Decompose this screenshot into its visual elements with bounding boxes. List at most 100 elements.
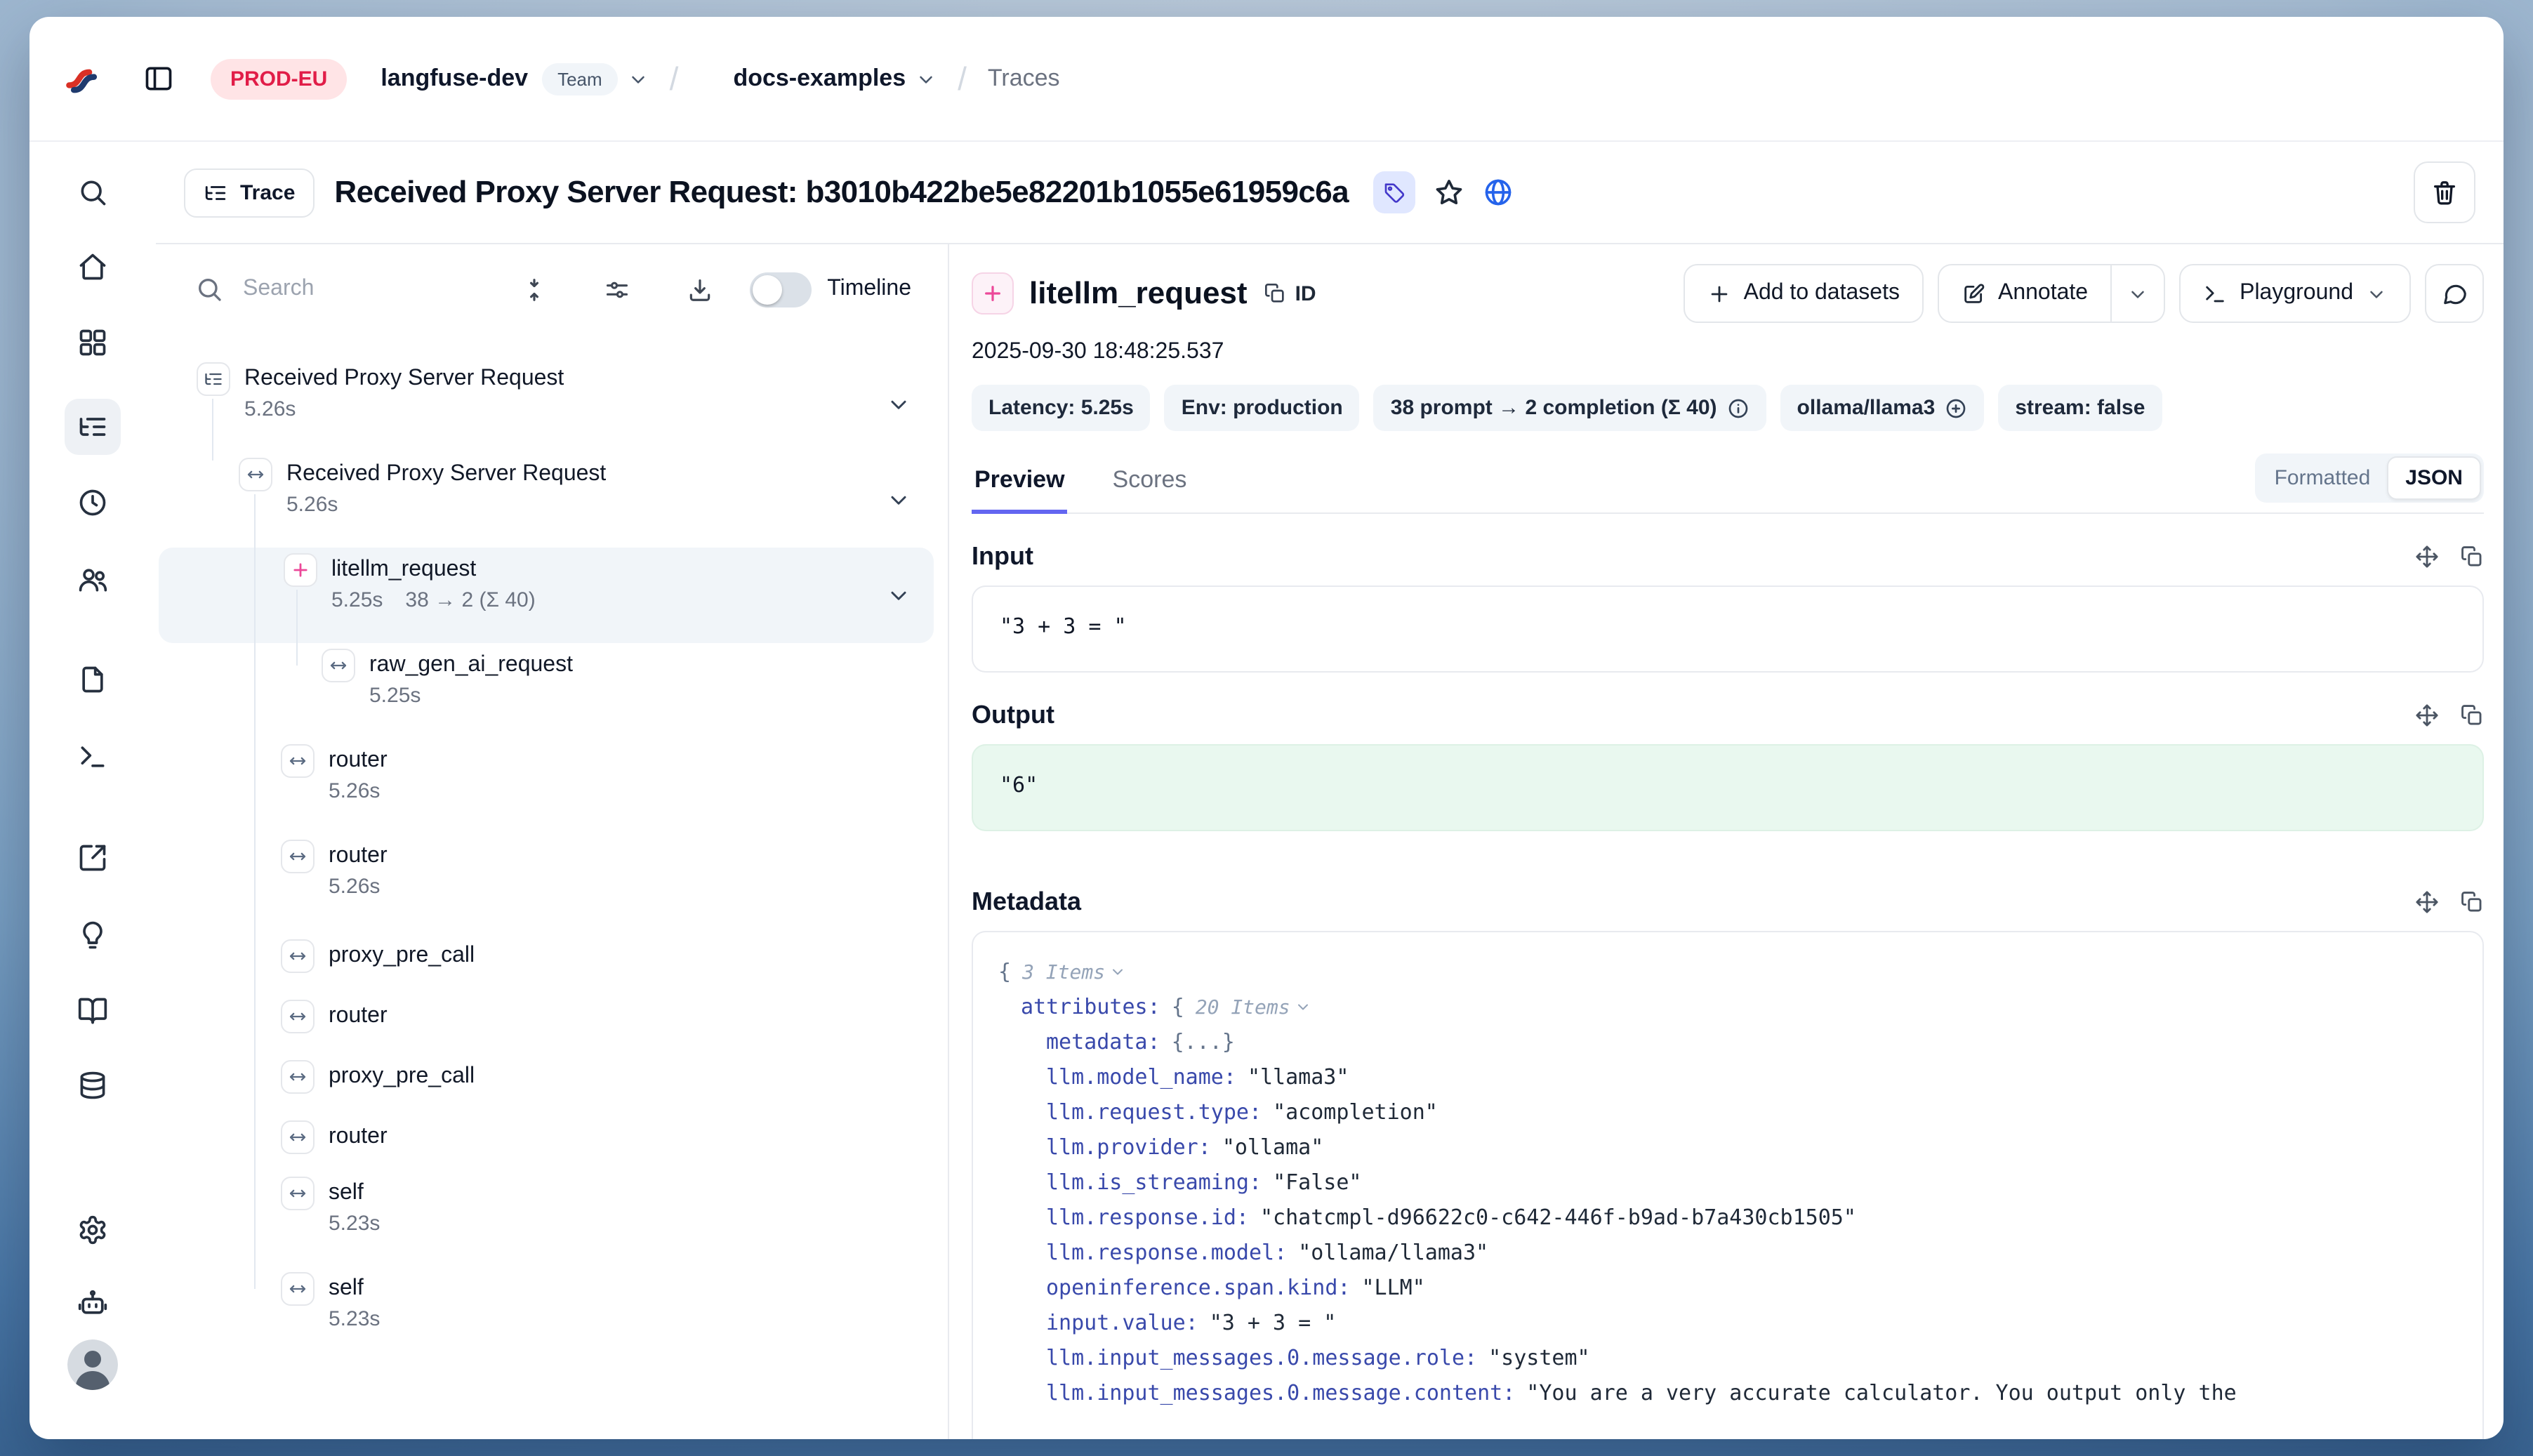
- org-switcher-chevron-icon[interactable]: [628, 68, 649, 89]
- sessions-icon[interactable]: [65, 475, 121, 531]
- tree-search-input[interactable]: [240, 275, 501, 303]
- bookmark-star-button[interactable]: [1434, 177, 1465, 208]
- expand-icon[interactable]: [2415, 890, 2439, 914]
- collapse-chevron-icon[interactable]: [886, 487, 911, 512]
- home-icon[interactable]: [65, 239, 121, 295]
- project-switcher-chevron-icon[interactable]: [915, 68, 937, 89]
- view-options-icon[interactable]: [604, 276, 630, 303]
- tab-preview[interactable]: Preview: [972, 466, 1068, 514]
- json-view-button[interactable]: JSON: [2387, 456, 2481, 500]
- span-icon: [281, 1000, 315, 1033]
- collapse-chevron-icon[interactable]: [886, 392, 911, 417]
- expand-icon[interactable]: [2415, 545, 2439, 569]
- metadata-section-title: Metadata: [972, 887, 1081, 917]
- environment-badge: PROD-EU: [211, 58, 347, 99]
- breadcrumb-traces[interactable]: Traces: [988, 65, 1060, 93]
- info-icon[interactable]: [1727, 397, 1750, 419]
- tracing-icon[interactable]: [65, 399, 121, 455]
- input-section-title: Input: [972, 542, 1033, 571]
- assistant-icon[interactable]: [65, 1275, 121, 1331]
- trace-type-badge: Trace: [184, 168, 315, 217]
- collapse-chevron-icon[interactable]: [1295, 998, 1311, 1015]
- tree-node-router[interactable]: router 5.26s: [156, 834, 948, 929]
- settings-icon[interactable]: [65, 1202, 121, 1258]
- output-content: "6": [972, 744, 2484, 831]
- users-icon[interactable]: [65, 552, 121, 608]
- json-line: metadata:{...}: [998, 1025, 2457, 1060]
- playground-icon[interactable]: [65, 729, 121, 785]
- observation-badges: Latency: 5.25s Env: production 38 prompt…: [972, 385, 2484, 431]
- annotate-dropdown-chevron-icon[interactable]: [2112, 264, 2165, 323]
- tree-toolbar: Timeline: [156, 244, 948, 334]
- tree-connector-line: [296, 590, 298, 666]
- output-section-header: Output: [972, 701, 2484, 730]
- prompts-icon[interactable]: [65, 651, 121, 708]
- input-section-header: Input: [972, 542, 2484, 571]
- insights-icon[interactable]: [65, 907, 121, 963]
- comments-button[interactable]: [2425, 264, 2484, 323]
- delete-trace-button[interactable]: [2414, 161, 2475, 223]
- json-line: attributes:{20 Items: [998, 990, 2457, 1025]
- tree-node-raw-gen-ai-request[interactable]: raw_gen_ai_request 5.25s: [156, 643, 948, 739]
- collapse-chevron-icon[interactable]: [886, 583, 911, 608]
- comment-icon: [2441, 280, 2468, 307]
- tree-node-router[interactable]: router 5.26s: [156, 739, 948, 834]
- tree-node-router[interactable]: router: [156, 990, 948, 1050]
- tree-node-root[interactable]: Received Proxy Server Request 5.26s: [156, 357, 948, 452]
- copy-icon[interactable]: [2460, 545, 2484, 569]
- trace-icon: [204, 180, 227, 204]
- search-icon[interactable]: [65, 164, 121, 220]
- evaluations-icon[interactable]: [65, 830, 121, 886]
- add-to-datasets-button[interactable]: Add to datasets: [1684, 264, 1924, 323]
- span-icon: [281, 744, 315, 778]
- collapse-all-icon[interactable]: [521, 276, 548, 303]
- project-name[interactable]: docs-examples: [733, 65, 906, 93]
- span-icon: [281, 1272, 315, 1306]
- copy-icon: [1264, 282, 1287, 305]
- tree-node-router[interactable]: router: [156, 1111, 948, 1171]
- metadata-json-viewer: {3 Items attributes:{20 Items metadata:{…: [972, 931, 2484, 1439]
- tree-node-proxy-pre-call[interactable]: proxy_pre_call: [156, 929, 948, 990]
- tree-node-litellm-request[interactable]: litellm_request 5.25s38 → 2 (Σ 40): [159, 548, 934, 643]
- metadata-section-header: Metadata: [972, 887, 2484, 917]
- public-link-button[interactable]: [1483, 177, 1514, 208]
- download-icon[interactable]: [687, 276, 713, 303]
- copy-icon[interactable]: [2460, 703, 2484, 727]
- trace-tree-panel: Timeline Received Proxy Server Request 5…: [156, 244, 949, 1439]
- trace-icon: [197, 362, 230, 396]
- tree-node-proxy-pre-call[interactable]: proxy_pre_call: [156, 1050, 948, 1111]
- tree-node-span[interactable]: Received Proxy Server Request 5.26s: [156, 452, 948, 548]
- input-content: "3 + 3 = ": [972, 585, 2484, 673]
- tree-connector-line: [254, 494, 256, 1289]
- datasets-icon[interactable]: [65, 983, 121, 1039]
- collapse-chevron-icon[interactable]: [1109, 963, 1126, 980]
- tab-scores[interactable]: Scores: [1110, 466, 1190, 514]
- tags-button[interactable]: [1374, 171, 1416, 213]
- copy-id-button[interactable]: ID: [1264, 282, 1316, 305]
- circle-plus-icon[interactable]: [1945, 397, 1967, 419]
- output-section-title: Output: [972, 701, 1054, 730]
- timeline-toggle[interactable]: [750, 272, 812, 307]
- trace-tree: Received Proxy Server Request 5.26s Rece…: [156, 357, 948, 1439]
- annotate-button[interactable]: Annotate: [1938, 264, 2112, 323]
- dashboards-icon[interactable]: [65, 315, 121, 371]
- json-line: llm.is_streaming:"False": [998, 1165, 2457, 1200]
- expand-icon[interactable]: [2415, 703, 2439, 727]
- formatted-view-button[interactable]: Formatted: [2258, 458, 2388, 498]
- span-icon: [281, 1120, 315, 1154]
- exports-icon[interactable]: [65, 1057, 121, 1113]
- chevron-down-icon: [2366, 283, 2387, 304]
- user-avatar[interactable]: [67, 1339, 118, 1390]
- tree-node-self[interactable]: self 5.23s: [156, 1266, 948, 1362]
- sidebar-togg​le-button[interactable]: [143, 63, 174, 94]
- playground-button[interactable]: Playground: [2179, 264, 2411, 323]
- json-line: llm.response.model:"ollama/llama3": [998, 1236, 2457, 1271]
- langfuse-logo[interactable]: [63, 60, 101, 98]
- organization-name[interactable]: langfuse-dev: [381, 65, 528, 93]
- detail-tabs: Preview Scores Formatted JSON: [972, 454, 2484, 514]
- model-badge: ollama/llama3: [1780, 385, 1985, 431]
- observation-detail-panel: litellm_request ID Add to datasets: [949, 244, 2504, 1439]
- copy-icon[interactable]: [2460, 890, 2484, 914]
- tree-node-self[interactable]: self 5.23s: [156, 1171, 948, 1266]
- top-navigation: PROD-EU langfuse-dev Team / docs-example…: [29, 17, 2504, 142]
